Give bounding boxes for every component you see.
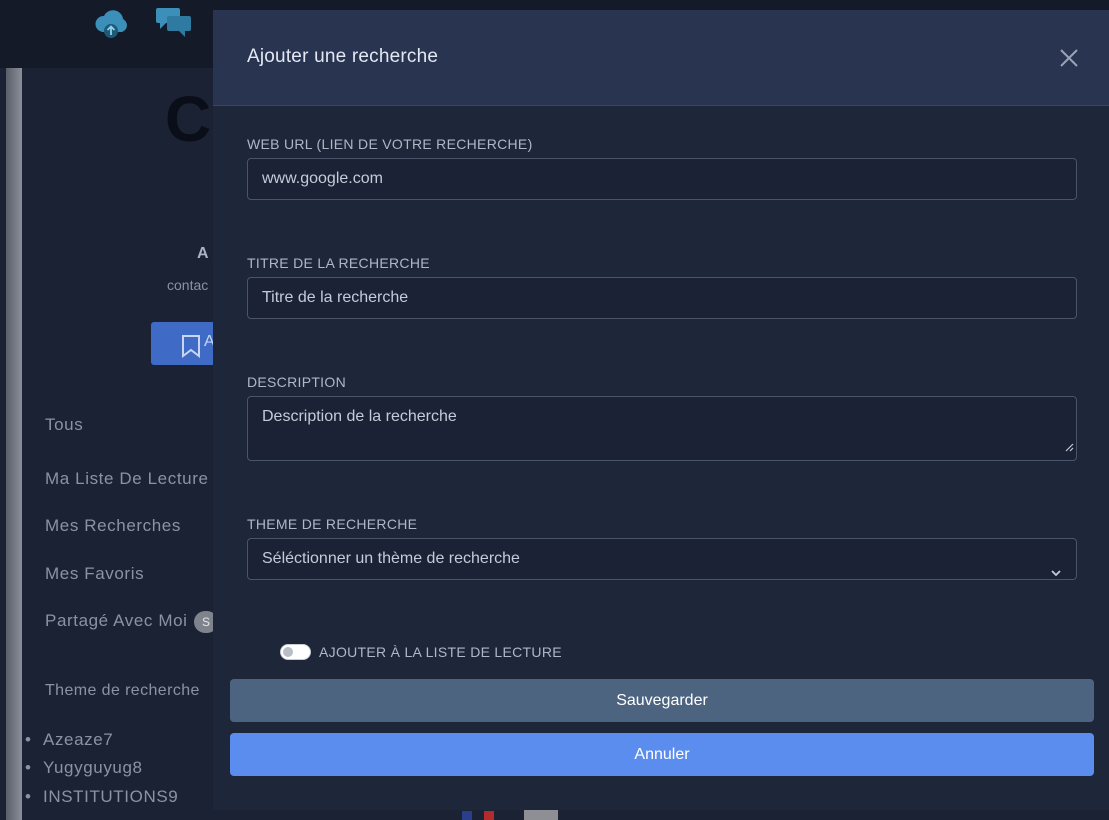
reading-list-toggle[interactable] <box>280 644 311 660</box>
theme-list-item[interactable]: • Azeaze7 <box>25 730 113 750</box>
theme-select-value: Séléctionner un thème de recherche <box>262 550 520 567</box>
sidebar-item-my-searches[interactable]: Mes Recherches <box>45 516 181 536</box>
profile-email: contac <box>167 277 209 293</box>
logo: C <box>165 83 212 155</box>
url-label: WEB URL (LIEN DE VOTRE RECHERCHE) <box>247 136 533 152</box>
add-search-modal: Ajouter une recherche WEB URL (LIEN DE V… <box>213 10 1109 810</box>
description-placeholder: Description de la recherche <box>262 408 457 425</box>
close-icon <box>1060 49 1078 67</box>
description-textarea[interactable]: Description de la recherche <box>247 396 1077 461</box>
chat-icon[interactable] <box>155 4 193 47</box>
title-label: TITRE DE LA RECHERCHE <box>247 255 430 271</box>
description-label: DESCRIPTION <box>247 374 346 390</box>
add-search-button[interactable]: A <box>151 322 221 365</box>
sidebar-item-shared[interactable]: Partagé Avec Moi <box>45 611 188 631</box>
themes-heading: Theme de recherche <box>45 682 200 699</box>
save-button[interactable]: Sauvegarder <box>230 679 1094 722</box>
url-input[interactable]: www.google.com <box>247 158 1077 200</box>
profile-name: A <box>197 245 209 262</box>
title-input[interactable]: Titre de la recherche <box>247 277 1077 319</box>
theme-label: THEME DE RECHERCHE <box>247 516 418 532</box>
cancel-button[interactable]: Annuler <box>230 733 1094 776</box>
sidebar-item-tous[interactable]: Tous <box>45 415 83 435</box>
theme-select[interactable]: Séléctionner un thème de recherche <box>247 538 1077 580</box>
modal-title: Ajouter une recherche <box>247 46 439 67</box>
resize-handle-icon[interactable] <box>1064 438 1074 458</box>
bookmark-icon <box>181 334 201 363</box>
scroll-edge <box>6 68 22 820</box>
chevron-down-icon <box>1050 554 1062 594</box>
close-button[interactable] <box>1057 46 1081 70</box>
sidebar-item-reading-list[interactable]: Ma Liste De Lecture <box>45 469 209 489</box>
sidebar <box>22 68 222 820</box>
cloud-upload-icon[interactable] <box>93 4 131 47</box>
theme-list-item[interactable]: • Yugyguyug8 <box>25 758 143 778</box>
modal-header: Ajouter une recherche <box>213 10 1109 106</box>
toggle-knob <box>283 647 293 657</box>
sidebar-item-favorites[interactable]: Mes Favoris <box>45 564 144 584</box>
reading-list-label: AJOUTER À LA LISTE DE LECTURE <box>319 644 562 660</box>
theme-list-item[interactable]: • INSTITUTIONS9 <box>25 787 178 807</box>
